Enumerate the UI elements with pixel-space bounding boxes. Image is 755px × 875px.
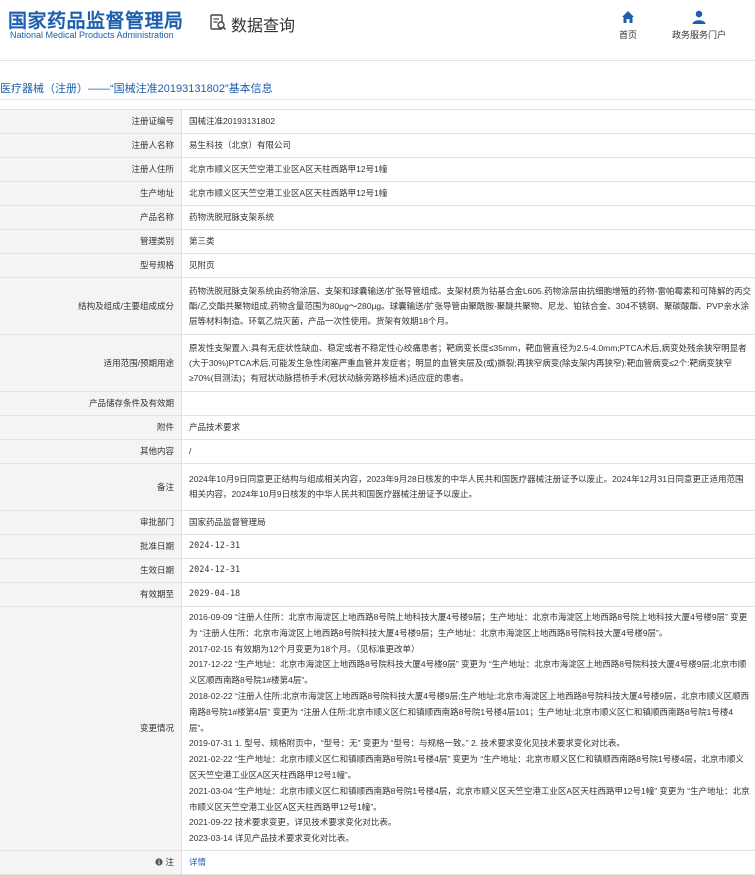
change-entry: 2016-09-09 “注册人住所：北京市海淀区上地西路8号院上地科技大厦4号楼…: [189, 610, 751, 642]
row-key: 变更情况: [0, 607, 182, 851]
row-value: 第三类: [182, 230, 755, 254]
change-entry: 2023-03-14 详见产品技术要求变化对比表。: [189, 831, 751, 847]
header-divider: [0, 60, 755, 61]
table-row: 注册人名称 易生科技（北京）有限公司: [0, 134, 755, 158]
table-row-note: 注 详情: [0, 850, 755, 874]
row-key: 适用范围/预期用途: [0, 335, 182, 392]
breadcrumb: 医疗器械（注册）——“国械注准20193131802”基本信息: [0, 80, 273, 96]
nav-home[interactable]: 首页: [619, 9, 637, 41]
table-row: 注册人住所 北京市顺义区天竺空港工业区A区天柱西路甲12号1幢: [0, 158, 755, 182]
row-key: 结构及组成/主要组成成分: [0, 278, 182, 335]
table-row: 审批部门 国家药品监督管理局: [0, 511, 755, 535]
info-icon: [155, 857, 165, 867]
row-value: 详情: [182, 850, 755, 874]
section-title-label: 数据查询: [231, 12, 295, 36]
row-key: 审批部门: [0, 511, 182, 535]
details-link[interactable]: 详情: [189, 857, 206, 867]
change-entry: 2017-02-15 有效期为12个月变更为18个月。（见标准更改单）: [189, 642, 751, 658]
row-key: 附件: [0, 416, 182, 440]
row-value: 国家药品监督管理局: [182, 511, 755, 535]
row-key: 注册证编号: [0, 110, 182, 134]
detail-table: 注册证编号 国械注准20193131802 注册人名称 易生科技（北京）有限公司…: [0, 109, 755, 875]
logo-subtitle: National Medical Products Administration: [10, 30, 174, 40]
row-value: /: [182, 440, 755, 464]
row-key: 型号规格: [0, 254, 182, 278]
table-row: 产品储存条件及有效期: [0, 392, 755, 416]
table-row: 附件 产品技术要求: [0, 416, 755, 440]
row-key: 注册人名称: [0, 134, 182, 158]
table-row: 批准日期 2024-12-31: [0, 535, 755, 559]
table-row: 管理类别 第三类: [0, 230, 755, 254]
row-value: 北京市顺义区天竺空港工业区A区天柱西路甲12号1幢: [182, 158, 755, 182]
row-key: 产品储存条件及有效期: [0, 392, 182, 416]
site-header: 国家药品监督管理局 National Medical Products Admi…: [0, 0, 755, 46]
logo-title[interactable]: 国家药品监督管理局: [8, 6, 184, 33]
data-query-icon: [209, 13, 227, 36]
row-value: 北京市顺义区天竺空港工业区A区天柱西路甲12号1幢: [182, 182, 755, 206]
row-value: 2029-04-18: [182, 583, 755, 607]
change-entry: 2021-09-22 技术要求变更，详见技术要求变化对比表。: [189, 815, 751, 831]
table-row: 型号规格 见附页: [0, 254, 755, 278]
note-label: 注: [165, 857, 174, 867]
table-row: 结构及组成/主要组成成分 药物洗脱冠脉支架系统由药物涂层、支架和球囊输送/扩张导…: [0, 278, 755, 335]
change-entry: 2017-12-22 “生产地址：北京市海淀区上地西路8号院科技大厦4号楼9层”…: [189, 657, 751, 689]
row-value: 产品技术要求: [182, 416, 755, 440]
user-icon: [672, 9, 726, 25]
change-entry: 2019-07-31 1. 型号、规格附页中，“型号：无” 变更为 “型号：与规…: [189, 736, 751, 752]
table-row: 生效日期 2024-12-31: [0, 559, 755, 583]
row-value: [182, 392, 755, 416]
nav-home-label: 首页: [619, 30, 637, 40]
section-title: 数据查询: [209, 12, 295, 36]
row-value: 2024-12-31: [182, 559, 755, 583]
row-value: 原发性支架置入:具有无症状性缺血、稳定或者不稳定性心绞痛患者；靶病变长度≤35m…: [182, 335, 755, 392]
row-key: 产品名称: [0, 206, 182, 230]
row-key: 生产地址: [0, 182, 182, 206]
row-key: 备注: [0, 464, 182, 511]
nav-service-portal[interactable]: 政务服务门户: [672, 9, 726, 41]
table-row: 注册证编号 国械注准20193131802: [0, 110, 755, 134]
table-row-changes: 变更情况 2016-09-09 “注册人住所：北京市海淀区上地西路8号院上地科技…: [0, 607, 755, 851]
table-row: 适用范围/预期用途 原发性支架置入:具有无症状性缺血、稳定或者不稳定性心绞痛患者…: [0, 335, 755, 392]
row-key: 管理类别: [0, 230, 182, 254]
table-row: 备注 2024年10月9日同意更正结构与组成相关内容，2023年9月28日核发的…: [0, 464, 755, 511]
row-key: 生效日期: [0, 559, 182, 583]
row-value: 国械注准20193131802: [182, 110, 755, 134]
change-entry: 2021-03-04 “生产地址：北京市顺义区仁和镇顺西南路8号院1号楼4层，北…: [189, 784, 751, 816]
change-entry: 2018-02-22 “注册人住所:北京市海淀区上地西路8号院科技大厦4号楼9层…: [189, 689, 751, 736]
change-entry: 2021-02-22 “生产地址：北京市顺义区仁和镇顺西南路8号院1号楼4层” …: [189, 752, 751, 784]
table-row: 产品名称 药物洗脱冠脉支架系统: [0, 206, 755, 230]
row-key-note: 注: [0, 850, 182, 874]
row-value: 2024年10月9日同意更正结构与组成相关内容，2023年9月28日核发的中华人…: [182, 464, 755, 511]
table-row: 有效期至 2029-04-18: [0, 583, 755, 607]
row-key: 有效期至: [0, 583, 182, 607]
change-history: 2016-09-09 “注册人住所：北京市海淀区上地西路8号院上地科技大厦4号楼…: [182, 607, 755, 851]
row-value: 药物洗脱冠脉支架系统: [182, 206, 755, 230]
row-key: 其他内容: [0, 440, 182, 464]
home-icon: [619, 9, 637, 25]
row-value: 见附页: [182, 254, 755, 278]
row-value: 药物洗脱冠脉支架系统由药物涂层、支架和球囊输送/扩张导管组成。支架材质为钴基合金…: [182, 278, 755, 335]
row-value: 2024-12-31: [182, 535, 755, 559]
row-key: 注册人住所: [0, 158, 182, 182]
breadcrumb-divider: [0, 99, 755, 100]
row-value: 易生科技（北京）有限公司: [182, 134, 755, 158]
table-row: 其他内容 /: [0, 440, 755, 464]
row-key: 批准日期: [0, 535, 182, 559]
nav-service-portal-label: 政务服务门户: [672, 30, 726, 40]
table-row: 生产地址 北京市顺义区天竺空港工业区A区天柱西路甲12号1幢: [0, 182, 755, 206]
